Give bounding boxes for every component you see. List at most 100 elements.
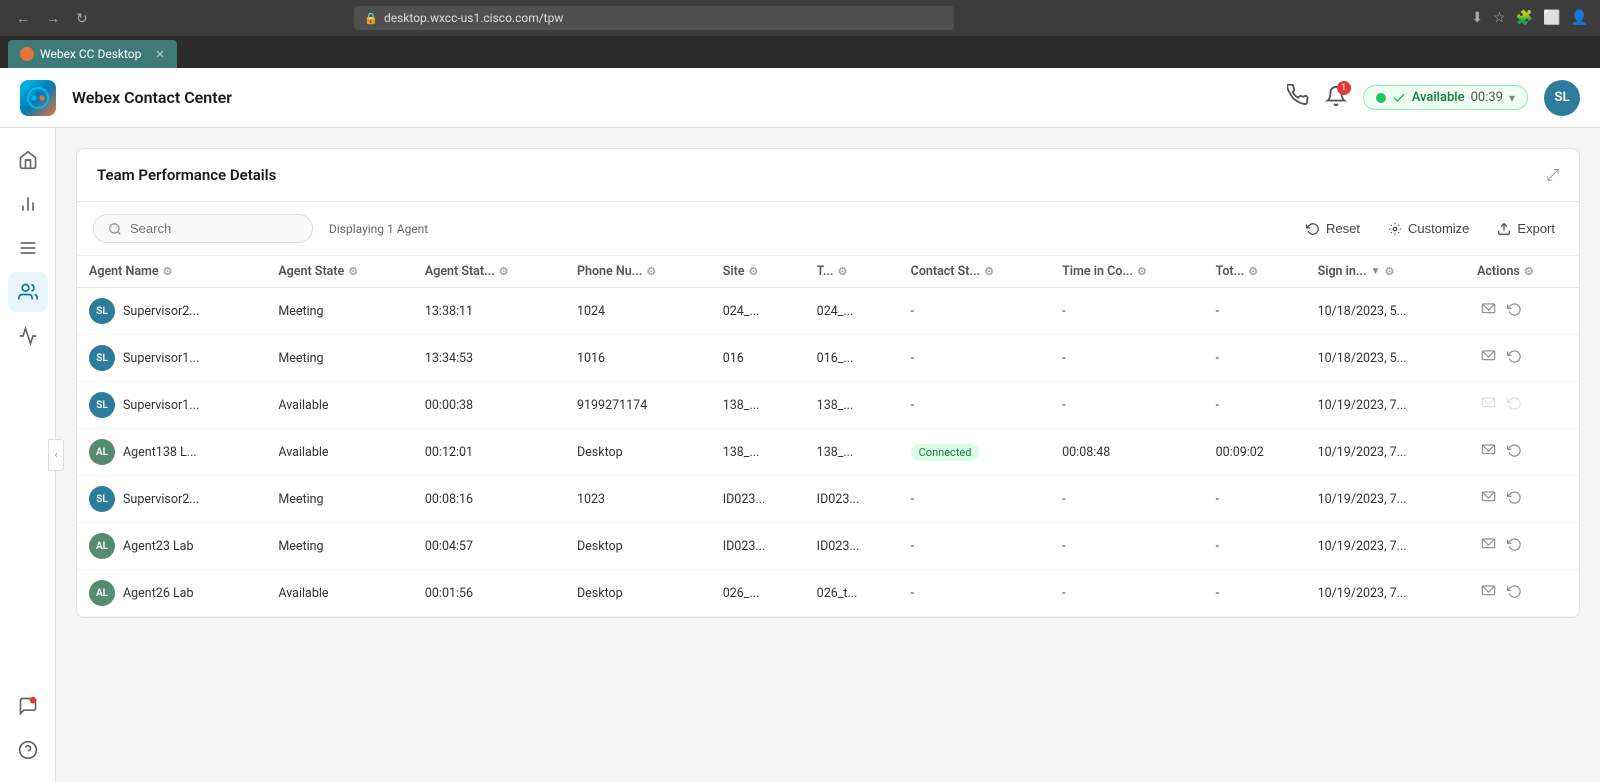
cell-actions	[1465, 288, 1579, 335]
status-pill[interactable]: Available 00:39 ▾	[1363, 85, 1528, 110]
col-signin-settings[interactable]: ⚙	[1384, 265, 1394, 278]
back-btn[interactable]: ←	[12, 8, 34, 28]
expand-icon[interactable]: ⤢	[1546, 165, 1559, 185]
url-text: desktop.wxcc-us1.cisco.com/tpw	[384, 11, 563, 25]
tab-bar: Webex CC Desktop ✕	[0, 36, 1600, 68]
reskill-btn[interactable]	[1503, 347, 1526, 369]
customize-button[interactable]: Customize	[1380, 217, 1477, 240]
col-agent-status-settings[interactable]: ⚙	[499, 265, 509, 278]
cell-agent-status: 00:08:16	[413, 476, 565, 523]
send-message-btn[interactable]	[1477, 535, 1500, 557]
cell-phone-number: Desktop	[565, 570, 711, 617]
export-button[interactable]: Export	[1489, 217, 1563, 240]
agent-avatar: SL	[89, 392, 115, 418]
status-timer: 00:39	[1471, 90, 1503, 105]
cell-site: 138_...	[711, 429, 805, 476]
star-icon[interactable]: ☆	[1493, 10, 1506, 26]
agent-avatar: AL	[89, 439, 115, 465]
extensions-icon[interactable]: 🧩	[1516, 10, 1533, 26]
reskill-btn[interactable]	[1503, 300, 1526, 322]
address-bar[interactable]: 🔒 desktop.wxcc-us1.cisco.com/tpw	[354, 6, 954, 30]
cell-phone-number: Desktop	[565, 429, 711, 476]
send-message-btn[interactable]	[1477, 300, 1500, 322]
col-contact-state: Contact St... ⚙	[899, 256, 1050, 288]
cell-contact-state: -	[899, 476, 1050, 523]
send-message-btn[interactable]	[1477, 394, 1500, 416]
sidebar-item-analytics[interactable]	[8, 184, 48, 224]
sidebar: ‹	[0, 128, 56, 782]
sidebar-collapse-btn[interactable]: ‹	[48, 439, 64, 471]
phone-icon[interactable]	[1287, 84, 1309, 111]
sidebar-item-home[interactable]	[8, 140, 48, 180]
cell-total: 00:09:02	[1204, 429, 1306, 476]
sidebar-item-menu[interactable]	[8, 228, 48, 268]
reset-button[interactable]: Reset	[1298, 217, 1368, 240]
cell-time-in-contact: -	[1050, 335, 1204, 382]
agent-avatar: AL	[89, 533, 115, 559]
cell-total: -	[1204, 570, 1306, 617]
cell-team: 026_t...	[805, 570, 899, 617]
cell-actions	[1465, 429, 1579, 476]
cell-agent-state: Meeting	[266, 523, 413, 570]
tab-close-icon[interactable]: ✕	[155, 48, 164, 61]
cell-time-in-contact: -	[1050, 523, 1204, 570]
col-time-in-contact: Time in Co... ⚙	[1050, 256, 1204, 288]
refresh-btn[interactable]: ↻	[72, 8, 92, 29]
app-header: Webex Contact Center 1 Available 00:39 ▾…	[0, 68, 1600, 128]
contact-state-badge: Connected	[911, 444, 980, 461]
cell-agent-state: Available	[266, 429, 413, 476]
col-phone-settings[interactable]: ⚙	[646, 265, 656, 278]
cell-contact-state: -	[899, 288, 1050, 335]
sidebar-item-help[interactable]	[8, 730, 48, 770]
col-contact-settings[interactable]: ⚙	[984, 265, 994, 278]
download-icon[interactable]: ⬇	[1471, 10, 1483, 26]
user-avatar[interactable]: SL	[1544, 80, 1580, 116]
sidebar-item-chat[interactable]	[8, 686, 48, 726]
send-message-btn[interactable]	[1477, 488, 1500, 510]
search-input[interactable]	[130, 221, 290, 236]
agent-name-text: Supervisor1...	[123, 398, 199, 413]
cell-site: 024_...	[711, 288, 805, 335]
notification-bell[interactable]: 1	[1325, 85, 1347, 111]
sidebar-item-team-performance[interactable]	[8, 272, 48, 312]
col-agent-state-settings[interactable]: ⚙	[348, 265, 358, 278]
cell-phone-number: 1016	[565, 335, 711, 382]
reskill-btn[interactable]	[1503, 394, 1526, 416]
toolbar: Displaying 1 Agent Reset Customize	[77, 202, 1579, 256]
cell-actions	[1465, 570, 1579, 617]
cell-agent-name: SL Supervisor1...	[77, 382, 266, 429]
send-message-btn[interactable]	[1477, 582, 1500, 604]
cell-agent-name: AL Agent23 Lab	[77, 523, 266, 570]
col-phone-number: Phone Nu... ⚙	[565, 256, 711, 288]
reskill-btn[interactable]	[1503, 535, 1526, 557]
export-icon	[1497, 222, 1511, 236]
forward-btn[interactable]: →	[42, 8, 64, 28]
window-icon[interactable]: ⬜	[1543, 10, 1560, 26]
search-box[interactable]	[93, 214, 313, 243]
customize-icon	[1388, 222, 1402, 236]
send-message-btn[interactable]	[1477, 347, 1500, 369]
cell-site: 016	[711, 335, 805, 382]
cell-agent-status: 00:00:38	[413, 382, 565, 429]
col-sign-in[interactable]: Sign in... ▼ ⚙	[1306, 256, 1466, 288]
reskill-btn[interactable]	[1503, 441, 1526, 463]
cell-team: 138_...	[805, 382, 899, 429]
reskill-btn[interactable]	[1503, 582, 1526, 604]
app-logo	[20, 80, 56, 116]
toolbar-actions: Reset Customize Export	[1298, 217, 1563, 240]
profile-icon[interactable]: 👤	[1571, 10, 1588, 26]
send-message-btn[interactable]	[1477, 441, 1500, 463]
cell-total: -	[1204, 335, 1306, 382]
cell-sign-in: 10/19/2023, 7...	[1306, 429, 1466, 476]
col-site-settings[interactable]: ⚙	[749, 265, 759, 278]
col-total-settings[interactable]: ⚙	[1248, 265, 1258, 278]
col-actions-settings[interactable]: ⚙	[1524, 265, 1534, 278]
active-tab[interactable]: Webex CC Desktop ✕	[8, 40, 177, 68]
col-agent-name-settings[interactable]: ⚙	[163, 265, 173, 278]
sidebar-item-waveform[interactable]	[8, 316, 48, 356]
col-team-settings[interactable]: ⚙	[838, 265, 848, 278]
col-time-settings[interactable]: ⚙	[1137, 265, 1147, 278]
cell-contact-state: -	[899, 335, 1050, 382]
agent-avatar: SL	[89, 486, 115, 512]
reskill-btn[interactable]	[1503, 488, 1526, 510]
